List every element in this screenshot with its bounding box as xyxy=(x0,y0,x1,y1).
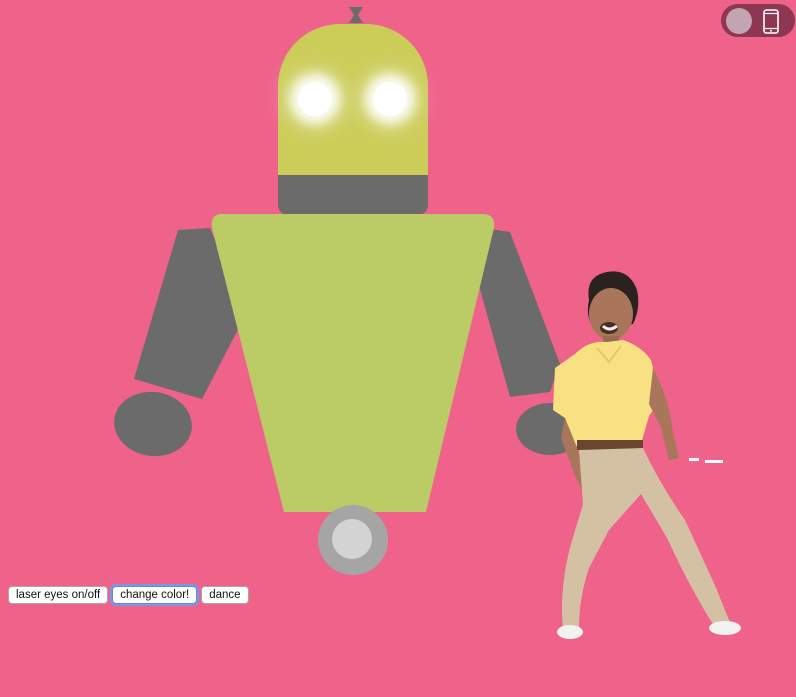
dance-button[interactable]: dance xyxy=(201,586,249,604)
robot-torso xyxy=(211,214,495,512)
robot-stage: laser eyes on/off change color! dance xyxy=(0,0,796,697)
robot-left-eye xyxy=(298,82,332,116)
robot-wheel xyxy=(318,505,388,575)
control-bar: laser eyes on/off change color! dance xyxy=(8,586,249,604)
laser-eyes-toggle-button[interactable]: laser eyes on/off xyxy=(8,586,109,604)
robot-neck xyxy=(278,175,428,215)
device-toggle[interactable] xyxy=(721,4,795,37)
dancing-man-figure xyxy=(553,271,741,639)
smartphone-icon xyxy=(763,9,779,34)
robot-antenna xyxy=(349,7,363,23)
change-color-button[interactable]: change color! xyxy=(112,586,198,604)
robot-wheel-hub xyxy=(332,519,372,559)
robot-right-eye xyxy=(373,82,407,116)
toggle-knob[interactable] xyxy=(726,8,752,34)
